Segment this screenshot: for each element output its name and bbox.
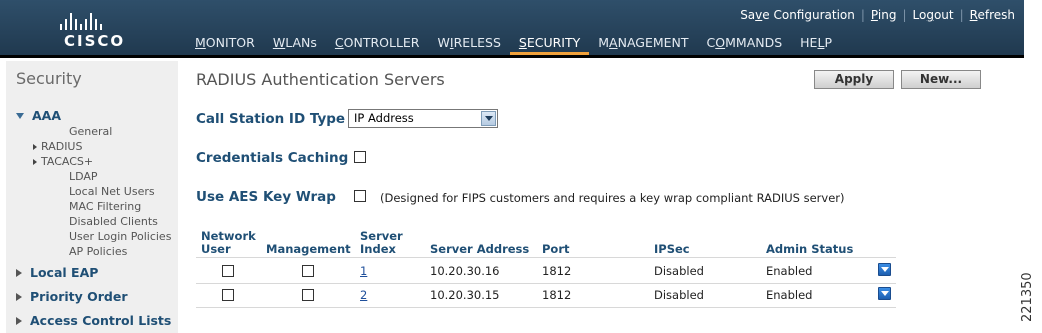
menu-commands[interactable]: COMMANDS bbox=[698, 35, 792, 55]
column-header-ipsec: IPSec bbox=[654, 242, 690, 256]
menu-wlans[interactable]: WLANs bbox=[264, 35, 326, 55]
logout-link[interactable]: Logout bbox=[907, 8, 960, 22]
menu-wireless[interactable]: WIRELESS bbox=[429, 35, 510, 55]
column-header-server-index: Server Index bbox=[360, 229, 403, 256]
sidebar-item-radius[interactable]: RADIUS bbox=[6, 139, 178, 154]
call-station-id-type-label: Call Station ID Type bbox=[196, 111, 346, 127]
menu-management[interactable]: MANAGEMENT bbox=[589, 35, 697, 55]
ipsec-cell: Disabled bbox=[654, 288, 704, 302]
credentials-caching-label: Credentials Caching bbox=[196, 150, 349, 166]
call-station-id-type-select[interactable]: IP Address bbox=[348, 109, 498, 128]
port-cell: 1812 bbox=[542, 264, 572, 278]
sidebar-section-access-control-lists[interactable]: Access Control Lists bbox=[16, 313, 171, 328]
sidebar-item-user-login-policies[interactable]: User Login Policies bbox=[6, 229, 178, 244]
chevron-down-icon bbox=[481, 111, 496, 126]
table-header-divider bbox=[196, 257, 896, 258]
collapsed-arrow-icon bbox=[33, 144, 37, 150]
expanded-arrow-icon bbox=[16, 112, 24, 119]
sidebar-item-ldap[interactable]: LDAP bbox=[6, 169, 178, 184]
table-row: 2 10.20.30.15 1812 Disabled Enabled bbox=[196, 283, 896, 308]
sidebar-item-tacacs[interactable]: TACACS+ bbox=[6, 154, 178, 169]
sidebar-item-mac-filtering[interactable]: MAC Filtering bbox=[6, 199, 178, 214]
column-header-management: Management bbox=[266, 242, 351, 256]
sidebar: Security AAA General RADIUS TACACS+ LDAP… bbox=[6, 61, 178, 333]
collapsed-arrow-icon bbox=[16, 292, 22, 301]
aaa-submenu: General RADIUS TACACS+ LDAP Local Net Us… bbox=[6, 124, 178, 259]
network-user-checkbox[interactable] bbox=[222, 265, 234, 277]
ping-link[interactable]: Ping bbox=[865, 8, 903, 22]
save-configuration-link[interactable]: Save Configuration bbox=[734, 8, 861, 22]
aes-key-wrap-checkbox[interactable] bbox=[354, 190, 366, 202]
table-row: 1 10.20.30.16 1812 Disabled Enabled bbox=[196, 259, 896, 284]
figure-id-label: 221350 bbox=[1020, 272, 1035, 322]
collapsed-arrow-icon bbox=[16, 268, 22, 277]
menu-controller[interactable]: CONTROLLER bbox=[326, 35, 429, 55]
management-checkbox[interactable] bbox=[302, 265, 314, 277]
sidebar-item-ap-policies[interactable]: AP Policies bbox=[6, 244, 178, 259]
cisco-logo-text: CISCO bbox=[64, 32, 126, 50]
new-button[interactable]: New... bbox=[901, 70, 981, 89]
row-actions-dropdown-icon[interactable] bbox=[878, 287, 891, 300]
sidebar-title: Security bbox=[16, 69, 82, 88]
cisco-logo: CISCO bbox=[58, 10, 130, 50]
main-content: RADIUS Authentication Servers Apply New.… bbox=[186, 61, 1024, 333]
page-title: RADIUS Authentication Servers bbox=[196, 70, 445, 89]
management-checkbox[interactable] bbox=[302, 289, 314, 301]
admin-status-cell: Enabled bbox=[766, 288, 813, 302]
cisco-logo-bars-icon bbox=[60, 10, 102, 30]
sidebar-section-aaa[interactable]: AAA bbox=[16, 108, 61, 123]
main-menu: MONITOR WLANs CONTROLLER WIRELESS SECURI… bbox=[186, 35, 841, 55]
server-address-cell: 10.20.30.16 bbox=[430, 264, 500, 278]
admin-status-cell: Enabled bbox=[766, 264, 813, 278]
server-index-link[interactable]: 2 bbox=[360, 288, 367, 302]
call-station-id-type-value: IP Address bbox=[354, 111, 414, 125]
utility-links: Save Configuration | Ping | Logout | Ref… bbox=[734, 8, 1015, 22]
server-index-link[interactable]: 1 bbox=[360, 264, 367, 278]
apply-button[interactable]: Apply bbox=[814, 70, 894, 89]
sidebar-section-local-eap[interactable]: Local EAP bbox=[16, 265, 98, 280]
aes-key-wrap-note: (Designed for FIPS customers and require… bbox=[380, 191, 845, 205]
column-header-network-user: Network User bbox=[201, 229, 256, 256]
credentials-caching-checkbox[interactable] bbox=[354, 151, 366, 163]
port-cell: 1812 bbox=[542, 288, 572, 302]
refresh-link[interactable]: Refresh bbox=[964, 8, 1015, 22]
sidebar-item-general[interactable]: General bbox=[6, 124, 178, 139]
collapsed-arrow-icon bbox=[33, 159, 37, 165]
network-user-checkbox[interactable] bbox=[222, 289, 234, 301]
row-actions-dropdown-icon[interactable] bbox=[878, 263, 891, 276]
collapsed-arrow-icon bbox=[16, 316, 22, 325]
sidebar-section-priority-order[interactable]: Priority Order bbox=[16, 289, 128, 304]
server-address-cell: 10.20.30.15 bbox=[430, 288, 500, 302]
menu-monitor[interactable]: MONITOR bbox=[186, 35, 264, 55]
ipsec-cell: Disabled bbox=[654, 264, 704, 278]
sidebar-item-disabled-clients[interactable]: Disabled Clients bbox=[6, 214, 178, 229]
top-header: CISCO Save Configuration | Ping | Logout… bbox=[0, 0, 1024, 58]
menu-security[interactable]: SECURITY bbox=[509, 35, 590, 55]
sidebar-item-local-net-users[interactable]: Local Net Users bbox=[6, 184, 178, 199]
menu-help[interactable]: HELP bbox=[791, 35, 841, 55]
column-header-port: Port bbox=[542, 242, 570, 256]
aes-key-wrap-label: Use AES Key Wrap bbox=[196, 189, 336, 205]
column-header-admin-status: Admin Status bbox=[766, 242, 854, 256]
column-header-server-address: Server Address bbox=[430, 242, 530, 256]
